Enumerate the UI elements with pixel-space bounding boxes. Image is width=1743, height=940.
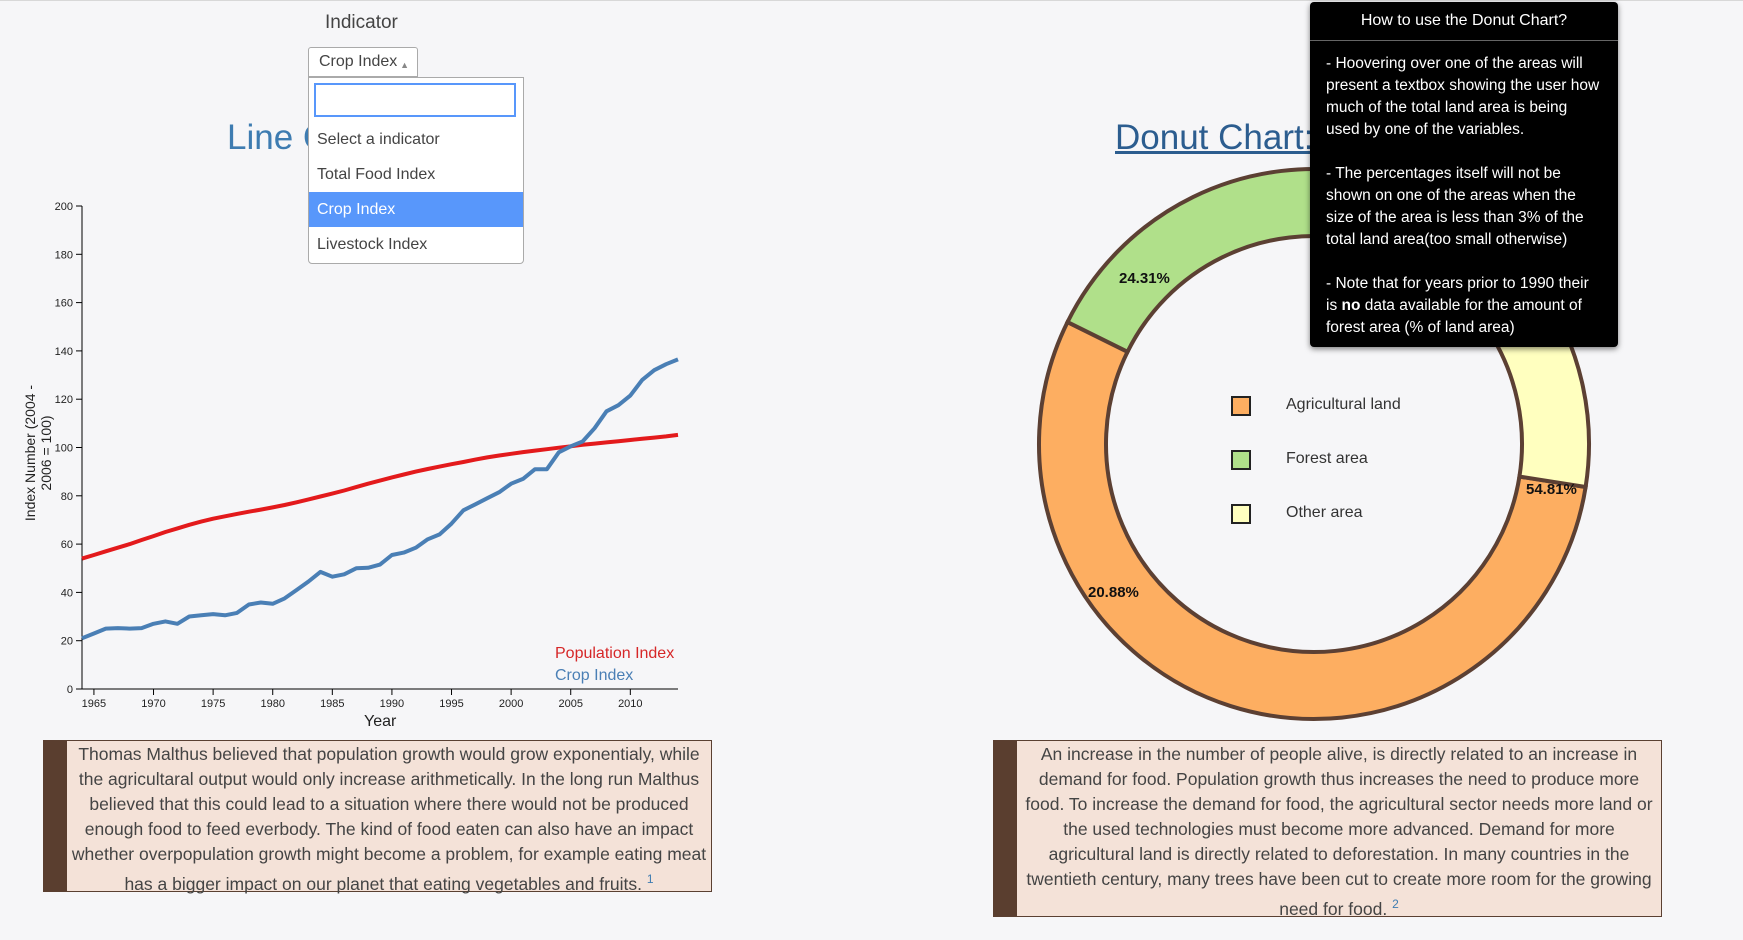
- option-livestock-index[interactable]: Livestock Index: [309, 227, 523, 262]
- pct-agricultural: 54.81%: [1526, 481, 1577, 498]
- legend-swatch-agricultural: [1231, 396, 1251, 416]
- tooltip-paragraph-1: - Hoovering over one of the areas will p…: [1326, 55, 1600, 138]
- donut-help-tooltip: How to use the Donut Chart? - Hoovering …: [1310, 2, 1618, 347]
- tooltip-paragraph-3: - Note that for years prior to 1990 thei…: [1326, 275, 1589, 336]
- demand-textbox: An increase in the number of people aliv…: [993, 740, 1662, 919]
- legend-swatch-forest: [1231, 450, 1251, 470]
- malthus-text: Thomas Malthus believed that population …: [71, 744, 707, 894]
- tooltip-paragraph-2: - The percentages itself will not be sho…: [1326, 165, 1584, 248]
- footnote-ref-1[interactable]: 1: [647, 872, 654, 886]
- tooltip-title: How to use the Donut Chart?: [1310, 2, 1618, 41]
- demand-text: An increase in the number of people aliv…: [1025, 744, 1653, 919]
- malthus-textbox: Thomas Malthus believed that population …: [43, 740, 712, 894]
- footnote-ref-2[interactable]: 2: [1392, 897, 1399, 911]
- option-select-indicator[interactable]: Select a indicator: [309, 122, 523, 157]
- legend-other-area: Other area: [1286, 504, 1363, 521]
- pct-forest: 20.88%: [1088, 584, 1139, 601]
- option-total-food-index[interactable]: Total Food Index: [309, 157, 523, 192]
- indicator-dropdown: Select a indicator Total Food Index Crop…: [308, 77, 524, 264]
- legend-agricultural-land: Agricultural land: [1286, 396, 1401, 413]
- option-crop-index[interactable]: Crop Index: [309, 192, 523, 227]
- indicator-search-input[interactable]: [314, 83, 516, 117]
- pct-other: 24.31%: [1119, 270, 1170, 287]
- legend-forest-area: Forest area: [1286, 450, 1368, 467]
- legend-swatch-other: [1231, 504, 1251, 524]
